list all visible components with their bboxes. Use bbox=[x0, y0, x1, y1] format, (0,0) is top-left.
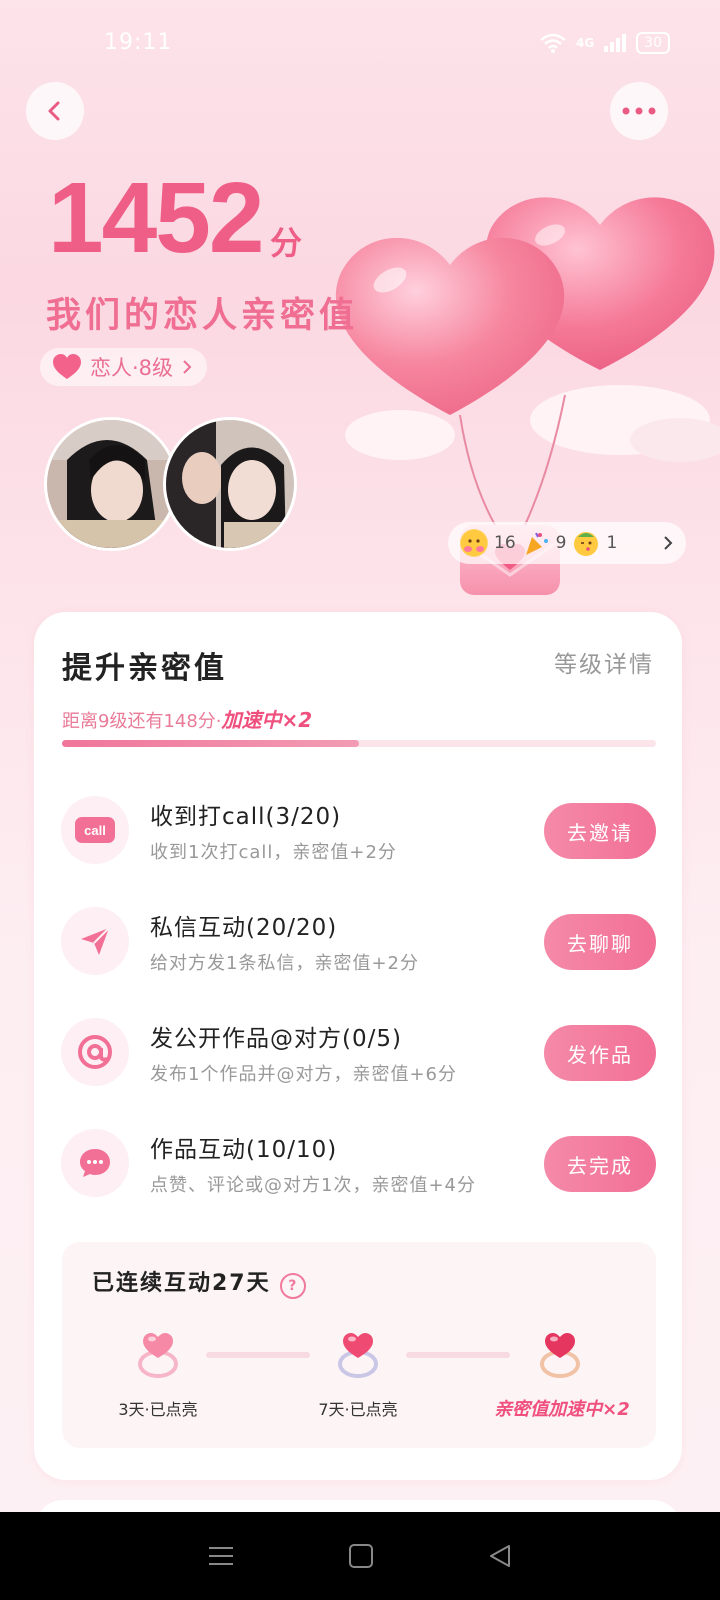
call-icon: call bbox=[61, 796, 129, 864]
milestone-label: 7天·已点亮 bbox=[318, 1400, 398, 1419]
system-navbar bbox=[0, 1512, 720, 1600]
progress-fill bbox=[62, 740, 359, 747]
at-sign-icon bbox=[61, 1018, 129, 1086]
menu-icon[interactable] bbox=[207, 1544, 235, 1568]
level-details-link[interactable]: 等级详情 bbox=[554, 645, 654, 679]
task-title: 收到打call(3/20) bbox=[150, 804, 342, 830]
kiss-emoji-icon bbox=[572, 529, 600, 557]
wifi-icon bbox=[540, 33, 566, 53]
milestone-label-boost: 亲密值加速中×2 bbox=[494, 1399, 630, 1420]
more-button[interactable] bbox=[610, 82, 668, 140]
complete-button[interactable]: 去完成 bbox=[544, 1136, 656, 1192]
streak-title-text: 已连续互动27天 bbox=[92, 1271, 271, 1296]
signal-icon bbox=[604, 34, 627, 52]
task-title: 私信互动(20/20) bbox=[150, 915, 338, 941]
send-message-icon bbox=[61, 907, 129, 975]
avatar-partner[interactable] bbox=[163, 417, 297, 551]
chat-bubble-icon bbox=[61, 1129, 129, 1197]
heart-ring-silver-icon bbox=[338, 1333, 378, 1378]
back-button[interactable] bbox=[26, 82, 84, 140]
battery-indicator: 30 bbox=[636, 32, 670, 54]
milestone-label: 3天·已点亮 bbox=[118, 1400, 198, 1419]
party-count: 9 bbox=[555, 533, 567, 553]
task-desc: 收到1次打call，亲密值+2分 bbox=[150, 842, 397, 863]
card-title: 提升亲密值 bbox=[62, 651, 227, 686]
interaction-stats[interactable]: 16 9 1 bbox=[448, 522, 686, 564]
heart-ring-pink-icon bbox=[138, 1333, 178, 1378]
invite-button[interactable]: 去邀请 bbox=[544, 803, 656, 859]
back-nav-icon[interactable] bbox=[487, 1543, 513, 1569]
intimacy-score: 1452 bbox=[48, 162, 264, 274]
level-label: 恋人·8级 bbox=[90, 356, 174, 380]
streak-title: 已连续互动27天 ? bbox=[92, 1265, 307, 1299]
chevron-right-icon bbox=[183, 360, 192, 374]
task-desc: 点赞、评论或@对方1次，亲密值+4分 bbox=[150, 1175, 476, 1196]
avatar-photo bbox=[47, 420, 175, 548]
score-unit: 分 bbox=[270, 224, 303, 262]
post-work-button[interactable]: 发作品 bbox=[544, 1025, 656, 1081]
avatar-photo bbox=[166, 420, 294, 548]
task-title: 发公开作品@对方(0/5) bbox=[150, 1026, 402, 1052]
chat-button[interactable]: 去聊聊 bbox=[544, 914, 656, 970]
level-badge[interactable]: 恋人·8级 bbox=[40, 348, 208, 386]
more-dots-icon bbox=[622, 107, 656, 115]
heart-icon bbox=[53, 354, 81, 379]
svg-text:call: call bbox=[84, 823, 106, 838]
progress-remaining: 距离9级还有148分· bbox=[62, 711, 222, 732]
status-time: 19:11 bbox=[104, 30, 173, 55]
chevron-left-icon bbox=[48, 101, 60, 121]
hug-emoji-icon bbox=[460, 529, 488, 557]
progress-text: 距离9级还有148分·加速中×2 bbox=[62, 704, 312, 733]
task-desc: 给对方发1条私信，亲密值+2分 bbox=[150, 953, 419, 974]
question-icon[interactable]: ? bbox=[280, 1273, 307, 1299]
status-icons: 4G 30 bbox=[540, 32, 670, 54]
party-popper-emoji-icon bbox=[522, 529, 550, 557]
progress-boost: 加速中×2 bbox=[221, 708, 313, 732]
score-title: 我们的恋人亲密值 bbox=[46, 296, 359, 336]
home-icon[interactable] bbox=[348, 1543, 374, 1569]
milestone-connector bbox=[406, 1352, 510, 1358]
task-title: 作品互动(10/10) bbox=[150, 1137, 338, 1163]
hug-count: 16 bbox=[494, 533, 516, 553]
kiss-count: 1 bbox=[606, 533, 618, 553]
milestone-connector bbox=[206, 1352, 310, 1358]
heart-ring-gold-icon bbox=[540, 1333, 580, 1378]
chevron-right-icon bbox=[664, 536, 673, 550]
avatar-user[interactable] bbox=[44, 417, 178, 551]
task-desc: 发布1个作品并@对方，亲密值+6分 bbox=[150, 1064, 457, 1085]
network-label: 4G bbox=[575, 36, 595, 50]
